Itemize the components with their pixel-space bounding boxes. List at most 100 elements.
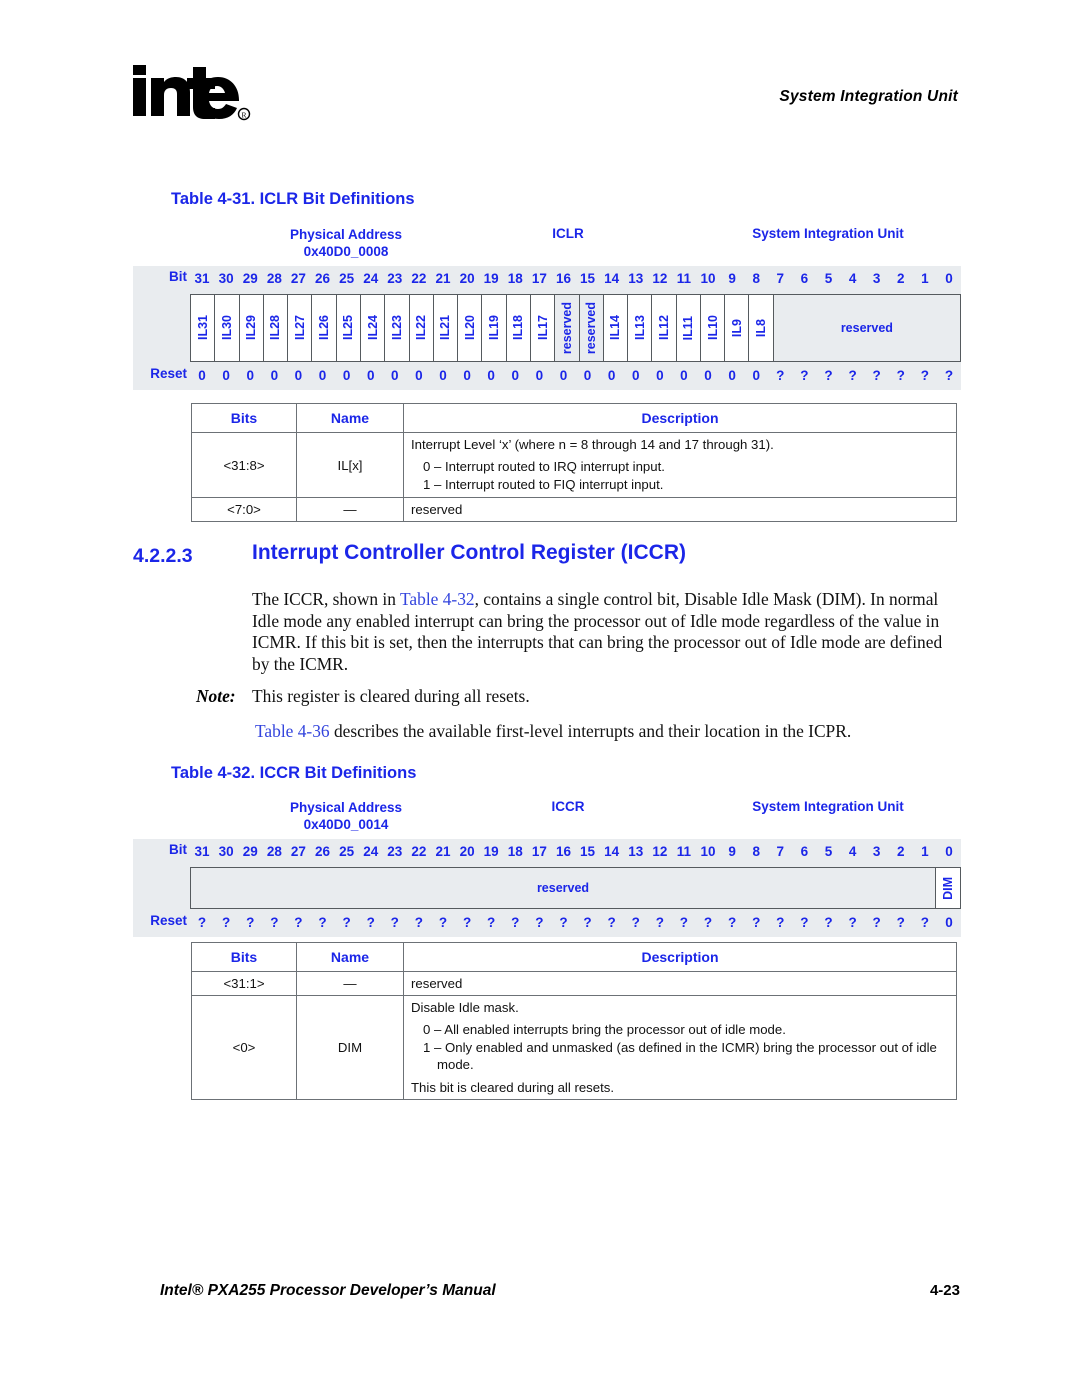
- bit-cell-9: 22: [411, 271, 427, 286]
- document-page: R System Integration Unit Table 4-31. IC…: [0, 0, 1080, 1397]
- bit-field-label: reserved: [559, 301, 574, 355]
- bit-cell-28: ?: [872, 915, 881, 930]
- bit-field-il17: IL17: [530, 295, 556, 361]
- bit-field-label: IL25: [341, 315, 356, 341]
- bit-field-il18: IL18: [506, 295, 531, 361]
- bit-cell-26: ?: [824, 915, 833, 930]
- bit-cell-27: 4: [848, 844, 857, 859]
- column-header-bits: Bits: [191, 942, 297, 972]
- bit-cell-9: ?: [414, 915, 424, 930]
- bit-cell-29: ?: [896, 915, 905, 930]
- bit-field-il29: IL29: [239, 295, 264, 361]
- iclr-physical-address: Physical Address 0x40D0_0008: [251, 226, 441, 260]
- bit-cell-3: 0: [270, 368, 279, 383]
- bit-cell-2: 29: [242, 271, 258, 286]
- bit-cell-24: 7: [776, 844, 785, 859]
- bit-cell-25: ?: [800, 915, 809, 930]
- bit-field-reserved: reserved: [773, 295, 960, 361]
- bit-cell-24: 7: [776, 271, 785, 286]
- bit-cell-3: ?: [270, 915, 279, 930]
- bit-cell-27: ?: [848, 368, 857, 383]
- table-row: <7:0> — reserved: [191, 497, 957, 522]
- bit-field-il13: IL13: [628, 295, 653, 361]
- bit-cell-12: 19: [483, 271, 499, 286]
- bit-field-reserved: reserved: [555, 295, 580, 361]
- bit-cell-12: 0: [487, 368, 495, 383]
- followup-text: describes the available first-level inte…: [329, 721, 852, 741]
- bit-cell-12: 19: [483, 844, 499, 859]
- iclr-bit-number-band: Bit 31 30 29 28 27 26 25 24 23 22 21 20 19 18 17 16 15 14…: [133, 266, 961, 292]
- bit-field-dim: DIM: [936, 868, 960, 908]
- bit-field-label: IL27: [292, 315, 307, 341]
- bit-field-il10: IL10: [700, 295, 726, 361]
- table-4-32-reference[interactable]: Table 4-32: [400, 589, 475, 609]
- bit-cell-31: 0: [945, 844, 953, 859]
- iccr-field-cells: reserved DIM: [190, 867, 961, 909]
- bit-cell-11: ?: [462, 915, 472, 930]
- bit-cell-8: ?: [390, 915, 399, 930]
- bit-field-il12: IL12: [652, 295, 677, 361]
- iccr-register-meta: Physical Address 0x40D0_0014 ICCR System…: [133, 799, 961, 839]
- bit-cell-22: 9: [728, 844, 736, 859]
- description-line: reserved: [411, 976, 463, 991]
- iclr-register-meta: Physical Address 0x40D0_0008 ICLR System…: [133, 226, 961, 266]
- bit-cell-19: ?: [655, 915, 664, 930]
- bit-cell-7: 0: [366, 368, 375, 383]
- description-line: 1 – Only enabled and unmasked (as define…: [423, 1039, 937, 1073]
- bit-cell-29: ?: [896, 368, 905, 383]
- bit-cell-4: 0: [294, 368, 303, 383]
- bit-cell-17: 14: [604, 271, 620, 286]
- bit-cell-22: ?: [727, 915, 737, 930]
- bit-cell-15: ?: [559, 915, 568, 930]
- column-header-name: Name: [296, 942, 404, 972]
- bit-cell-23: 0: [752, 368, 760, 383]
- section-number: 4.2.2.3: [133, 545, 193, 567]
- table-4-36-reference[interactable]: Table 4-36: [255, 721, 330, 741]
- bit-field-il19: IL19: [482, 295, 507, 361]
- svg-text:R: R: [241, 111, 246, 120]
- bit-cell-12: ?: [487, 915, 496, 930]
- iccr-unit-name: System Integration Unit: [752, 799, 904, 814]
- cell-bits: <0>: [191, 995, 297, 1100]
- paragraph-pre: The ICCR, shown in: [252, 589, 400, 609]
- iccr-physical-address-label: Physical Address: [289, 800, 403, 815]
- bit-cell-10: ?: [438, 915, 448, 930]
- iclr-description-body: <31:8> IL[x] Interrupt Level ‘x’ (where n …: [191, 432, 957, 522]
- bit-cell-17: 0: [607, 368, 616, 383]
- bit-field-il11: IL11: [676, 295, 701, 361]
- bit-field-label: IL9: [729, 318, 744, 338]
- cell-bits: <7:0>: [191, 497, 297, 522]
- bit-cell-17: ?: [607, 915, 616, 930]
- bit-cell-21: 10: [700, 271, 716, 286]
- iclr-bit-row-label: Bit: [169, 269, 187, 284]
- bit-cell-6: ?: [342, 915, 351, 930]
- iccr-description-table: Bits Name Description <31:1> — reserved <0>…: [191, 942, 957, 1100]
- table-4-31-caption: Table 4-31. ICLR Bit Definitions: [171, 190, 415, 208]
- bit-cell-7: ?: [366, 915, 375, 930]
- bit-field-il9: IL9: [725, 295, 750, 361]
- bit-cell-15: 0: [559, 368, 568, 383]
- bit-cell-24: ?: [776, 915, 785, 930]
- bit-cell-0: 31: [194, 844, 210, 859]
- cell-description: reserved: [403, 497, 957, 522]
- bit-field-il24: IL24: [360, 295, 386, 361]
- bit-field-label: IL30: [219, 315, 234, 341]
- bit-cell-30: 1: [921, 271, 929, 286]
- cell-name: DIM: [296, 995, 404, 1100]
- bit-field-il27: IL27: [288, 295, 313, 361]
- table-header-row: Bits Name Description: [191, 403, 957, 433]
- bit-cell-2: 0: [246, 368, 254, 383]
- table-row: <31:1> — reserved: [191, 971, 957, 996]
- bit-cell-28: ?: [872, 368, 881, 383]
- description-line: 0 – Interrupt routed to IRQ interrupt in…: [423, 459, 665, 474]
- followup-paragraph: Table 4-36 describes the available first…: [255, 721, 961, 743]
- bit-cell-16: 15: [580, 844, 596, 859]
- bit-cell-5: 0: [318, 368, 327, 383]
- bit-cell-19: 12: [652, 844, 668, 859]
- bit-cell-4: 27: [290, 844, 306, 859]
- bit-field-reserved: reserved: [579, 295, 604, 361]
- iclr-register-figure: Physical Address 0x40D0_0008 ICLR System…: [133, 226, 961, 390]
- footer-manual-title: Intel® PXA255 Processor Developer’s Manu…: [160, 1282, 496, 1299]
- bit-cell-1: ?: [222, 915, 231, 930]
- bit-field-label: IL10: [705, 315, 720, 341]
